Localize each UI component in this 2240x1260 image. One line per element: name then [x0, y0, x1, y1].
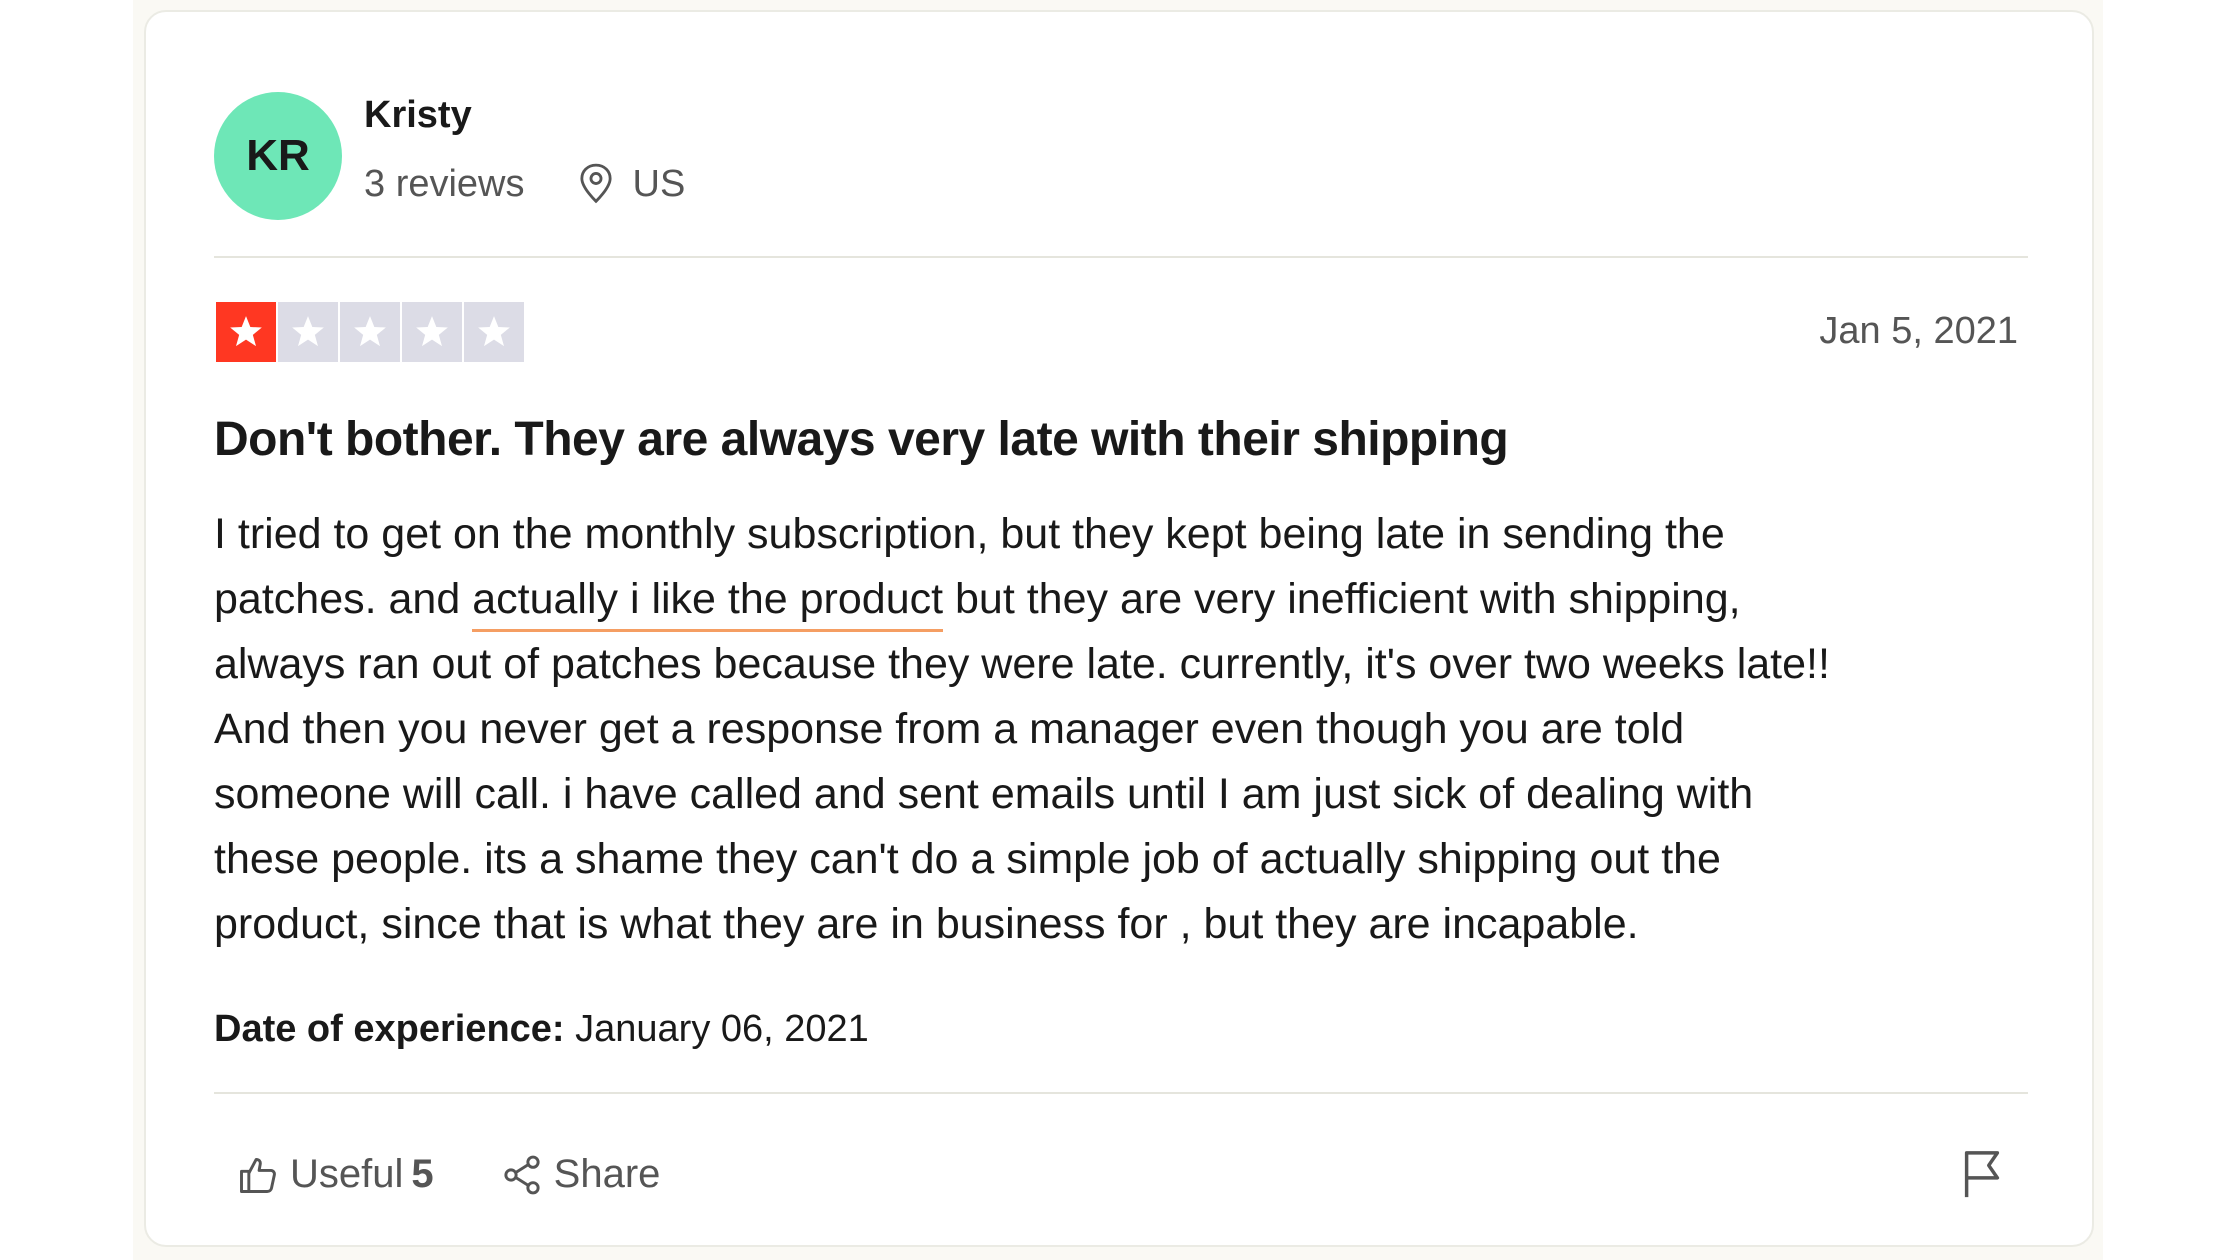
share-button[interactable]: Share [500, 1152, 661, 1197]
useful-count: 5 [411, 1152, 434, 1196]
flag-icon[interactable] [1960, 1149, 2004, 1199]
star-empty-icon [402, 302, 462, 362]
review-body-line: someone will call. i have called and sen… [214, 770, 1754, 818]
review-body-line: I tried to get on the monthly subscripti… [214, 510, 1725, 558]
reviewer-header: KR Kristy 3 reviews US [214, 82, 1514, 220]
divider [214, 256, 2028, 258]
review-body-line: these people. its a shame they can't do … [214, 835, 1721, 883]
experience-date: January 06, 2021 [564, 1008, 869, 1050]
date-of-experience: Date of experience: January 06, 2021 [214, 1008, 869, 1051]
review-actions: Useful 5 Share [236, 1152, 660, 1197]
review-body-line: patches. and actually i like the product… [214, 567, 2044, 632]
avatar[interactable]: KR [214, 92, 342, 220]
review-body-line: product, since that is what they are in … [214, 900, 1639, 948]
useful-button[interactable]: Useful 5 [236, 1152, 434, 1197]
reviewer-meta: 3 reviews US [364, 162, 685, 206]
location-pin-icon [579, 163, 612, 204]
review-body-line: And then you never get a response from a… [214, 705, 1685, 753]
share-icon [504, 1155, 540, 1194]
star-empty-icon [340, 302, 400, 362]
experience-label: Date of experience: [214, 1008, 565, 1050]
highlighted-phrase: actually i like the product [472, 575, 944, 632]
star-empty-icon [464, 302, 524, 362]
share-label: Share [553, 1152, 661, 1196]
divider [214, 1092, 2028, 1094]
reviewer-location: US [632, 162, 686, 205]
review-body-line: always ran out of patches because they w… [214, 640, 1830, 688]
review-card: KR Kristy 3 reviews US Jan 5, 2021 Don't… [144, 10, 2094, 1247]
star-filled-icon [216, 302, 276, 362]
review-body-segment: but they are very inefficient with shipp… [943, 575, 1741, 623]
star-empty-icon [278, 302, 338, 362]
review-title[interactable]: Don't bother. They are always very late … [214, 412, 1509, 467]
review-count: 3 reviews [364, 162, 525, 205]
review-body: I tried to get on the monthly subscripti… [214, 502, 2044, 957]
review-date: Jan 5, 2021 [1819, 310, 2018, 352]
reviewer-name[interactable]: Kristy [364, 94, 472, 137]
review-body-segment: patches. and [214, 575, 473, 623]
useful-label: Useful [290, 1152, 404, 1196]
star-rating [216, 302, 524, 362]
thumbs-up-icon [240, 1157, 276, 1193]
